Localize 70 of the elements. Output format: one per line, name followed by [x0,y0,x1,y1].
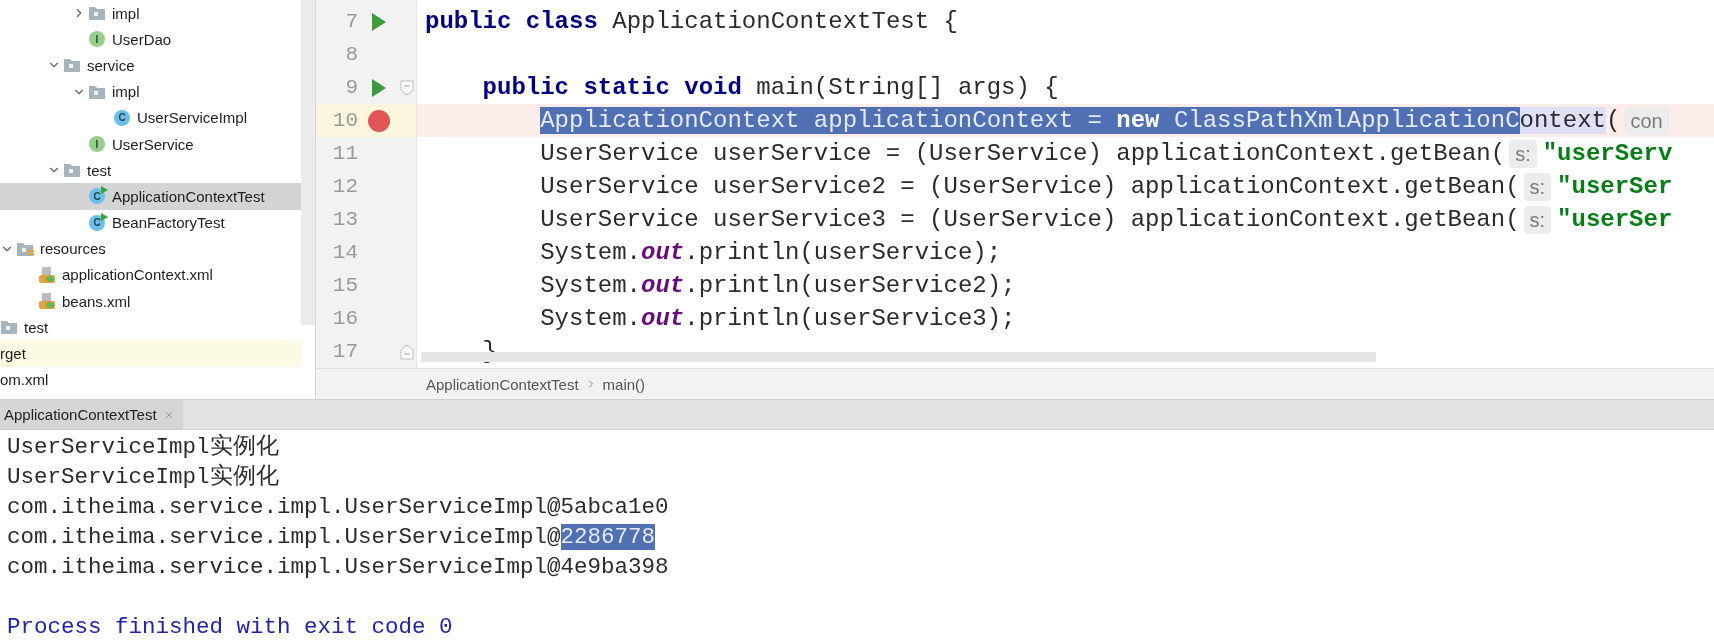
code-text: UserService userService3 = (UserService) applicationContext.getBean( [540,205,1520,235]
breakpoint-icon[interactable] [368,109,390,132]
line-number: 7 [344,10,358,33]
code-text: System.out.println(userService); [540,238,1002,268]
tree-item[interactable]: C BeanFactoryTest [0,209,301,236]
interface-icon: I [89,136,105,153]
line-number: 17 [331,340,358,363]
tree-item[interactable]: test [0,157,301,184]
code-text: "userSer [1557,205,1673,235]
line-number: 11 [331,142,358,165]
parameter-hint: s: [1509,139,1537,168]
xml-file-icon [38,265,56,284]
code-text: System.out.println(userService3); [540,304,1016,334]
breadcrumb-item[interactable]: ApplicationContextTest [426,375,579,393]
folder-icon [63,57,81,74]
code-text: "userServ [1542,139,1673,169]
code-text: public static void main(String[] args) { [482,73,1059,103]
code-text: "userSer [1557,172,1673,202]
parameter-hint: s: [1523,205,1552,234]
fold-icon[interactable] [400,79,414,96]
console-line: com.itheima.service.impl.UserServiceImpl@2286778 [7,523,656,552]
line-number: 10 [331,109,358,132]
fold-icon[interactable] [400,343,414,360]
parameter-hint: con [1624,106,1669,135]
folder-icon [0,319,18,336]
code-text: public class ApplicationContextTest { [425,7,958,37]
folder-icon [88,83,106,100]
tree-item[interactable]: resources [0,235,301,262]
folder-icon [88,5,106,22]
line-number: 12 [331,175,358,198]
test-class-icon: C [89,214,105,231]
tree-item[interactable]: I UserService [0,130,301,158]
tree-item[interactable]: service [0,52,301,79]
tree-item[interactable]: applicationContext.xml [0,261,301,289]
xml-file-icon [38,292,56,311]
code-text: UserService userService2 = (UserService) applicationContext.getBean( [540,172,1520,202]
parameter-hint: s: [1523,172,1552,201]
tree-item[interactable]: om.xml [0,366,301,393]
run-icon[interactable] [372,78,386,97]
line-number: 15 [331,274,358,297]
class-icon: C [114,109,130,126]
tree-item[interactable]: impl [0,78,301,105]
tree-item[interactable]: impl [0,0,301,27]
line-number: 8 [344,43,358,66]
code-text: System.out.println(userService2); [540,271,1016,301]
line-number: 13 [331,208,358,231]
tree-item[interactable]: I UserDao [0,26,301,53]
tree-item[interactable]: rget [0,340,301,367]
tree-item[interactable]: test [0,314,301,341]
interface-icon: I [89,31,105,48]
tree-item[interactable]: beans.xml [0,288,301,315]
console-line: com.itheima.service.impl.UserServiceImpl@5abca1e0 [7,493,669,522]
console-line: UserServiceImpl实例化 [7,462,279,492]
test-class-icon: C [89,188,105,205]
console-line: Process finished with exit code 0 [7,613,453,642]
tree-item[interactable]: C UserServiceImpl [0,104,301,131]
breadcrumb-item[interactable]: main() [602,375,646,393]
run-icon[interactable] [372,12,386,31]
console-line: com.itheima.service.impl.UserServiceImpl@4e9ba398 [7,553,669,582]
line-number: 16 [331,307,358,330]
resources-folder-icon [16,240,34,257]
console-line: UserServiceImpl实例化 [7,432,279,462]
code-text: ApplicationContext applicationContext = new ClassPathXmlApplicationContext( [540,106,1621,136]
line-number: 14 [331,241,358,264]
folder-icon [63,162,81,179]
console-tab[interactable]: ApplicationContextTest [0,400,183,429]
line-number: 9 [344,76,358,99]
scrollbar[interactable] [301,0,315,325]
tree-item[interactable]: C ApplicationContextTest [0,183,301,210]
code-text: UserService userService = (UserService) applicationContext.getBean( [540,139,1506,169]
